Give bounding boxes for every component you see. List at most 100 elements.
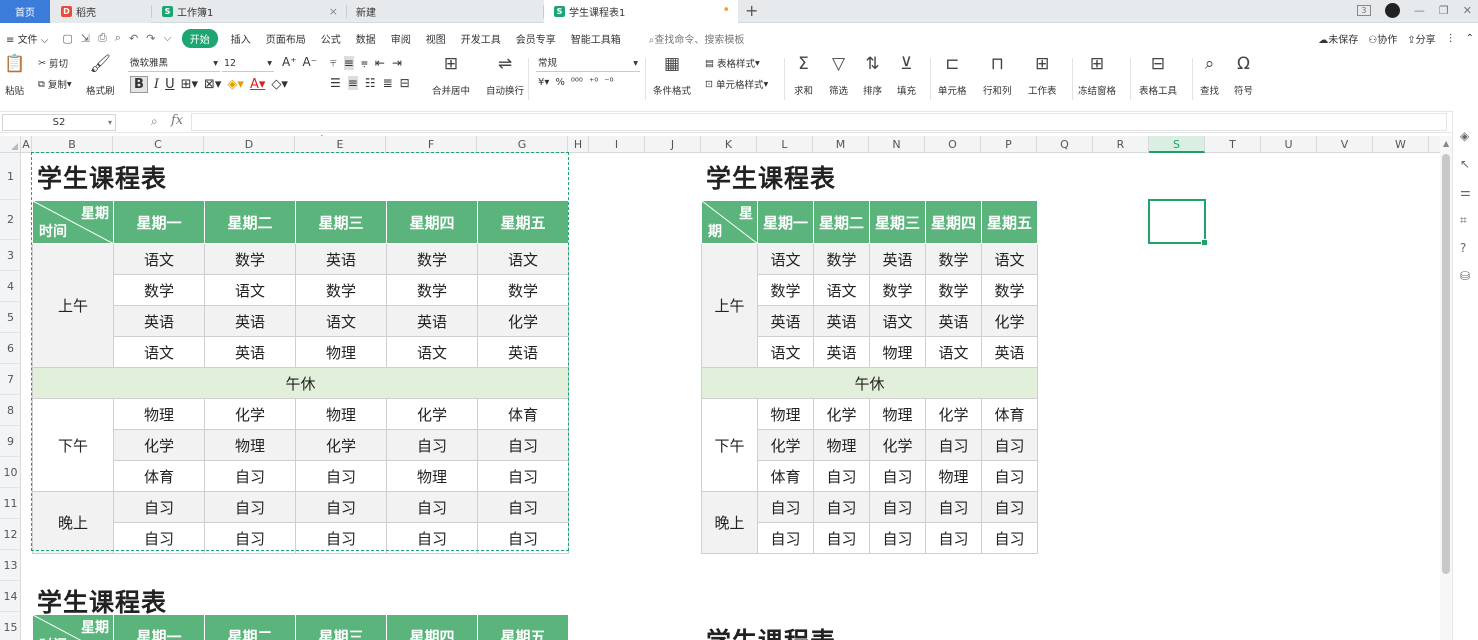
table-cell[interactable]: 化学 bbox=[981, 305, 1038, 337]
tab-active-course[interactable]: S 学生课程表1 • bbox=[544, 0, 738, 23]
table-cell[interactable]: 自习 bbox=[981, 491, 1038, 523]
share-button[interactable]: ⇪分享 bbox=[1407, 31, 1435, 46]
day-header-cell[interactable]: 星期一 bbox=[113, 614, 205, 640]
table-cell[interactable]: 化学 bbox=[925, 398, 982, 430]
table-cell[interactable]: 自习 bbox=[981, 460, 1038, 492]
paste-button[interactable]: 📋 粘贴 bbox=[4, 55, 25, 97]
column-header-K[interactable]: K bbox=[701, 136, 757, 153]
more-icon[interactable]: ⌵ bbox=[163, 31, 171, 45]
table-cell[interactable]: 自习 bbox=[981, 522, 1038, 554]
menu-formula[interactable]: 公式 bbox=[321, 31, 341, 46]
column-header-J[interactable]: J bbox=[645, 136, 701, 153]
table-cell[interactable]: 物理 bbox=[869, 398, 926, 430]
table-cell[interactable]: 数学 bbox=[925, 243, 982, 275]
formula-input[interactable] bbox=[191, 113, 1447, 131]
collapse-ribbon-icon[interactable]: ⌃ bbox=[1466, 33, 1474, 44]
menu-smart-tools[interactable]: 智能工具箱 bbox=[571, 31, 621, 46]
row-header-13[interactable]: 13 bbox=[0, 550, 21, 581]
column-header-V[interactable]: V bbox=[1317, 136, 1373, 153]
percent-icon[interactable]: % bbox=[555, 77, 565, 88]
distribute-icon[interactable]: ⊟ bbox=[400, 76, 410, 90]
increase-decimal-icon[interactable]: ⁺⁰ bbox=[589, 77, 598, 88]
find-button[interactable]: ⌕ 查找 bbox=[1200, 55, 1219, 97]
menu-data[interactable]: 数据 bbox=[356, 31, 376, 46]
noon-break-cell[interactable]: 午休 bbox=[701, 367, 1038, 399]
day-header-cell[interactable]: 星期一 bbox=[757, 200, 814, 244]
table-style-button[interactable]: ▤ 表格样式 ▾ bbox=[705, 56, 760, 71]
table-tools-button[interactable]: ⊟ 表格工具 bbox=[1139, 55, 1177, 97]
number-format-select[interactable]: 常规 ▾ bbox=[536, 55, 640, 72]
table-cell[interactable]: 物理 bbox=[869, 336, 926, 368]
copy-button[interactable]: ⧉ 复制 ▾ bbox=[38, 77, 72, 92]
zoom-icon[interactable]: ⌕ bbox=[151, 114, 158, 129]
table-cell[interactable]: 体育 bbox=[981, 398, 1038, 430]
column-header-D[interactable]: D bbox=[204, 136, 295, 153]
menu-start[interactable]: 开始 bbox=[181, 28, 218, 48]
row-header-4[interactable]: 4 bbox=[0, 271, 21, 302]
symbol-button[interactable]: Ω 符号 bbox=[1234, 55, 1253, 97]
period-afternoon-cell[interactable]: 下午 bbox=[701, 398, 758, 492]
row-header-1[interactable]: 1 bbox=[0, 153, 21, 200]
column-header-F[interactable]: F bbox=[386, 136, 477, 153]
selected-cell[interactable] bbox=[1148, 199, 1208, 246]
eraser-icon[interactable]: ◇▾ bbox=[271, 77, 288, 92]
table-cell[interactable]: 语文 bbox=[757, 243, 814, 275]
table-cell[interactable]: 化学 bbox=[813, 398, 870, 430]
vertical-scrollbar[interactable]: ▲ bbox=[1440, 136, 1452, 640]
bold-icon[interactable]: B bbox=[130, 76, 148, 93]
table-cell[interactable]: 语文 bbox=[757, 336, 814, 368]
select-pointer-icon[interactable]: ↖ bbox=[1460, 157, 1470, 171]
day-header-cell[interactable]: 星期四 bbox=[386, 614, 478, 640]
multi-window-icon[interactable]: 3 bbox=[1356, 5, 1371, 16]
table-cell[interactable]: 自习 bbox=[813, 522, 870, 554]
table-cell[interactable]: 自习 bbox=[869, 491, 926, 523]
table-cell[interactable]: 物理 bbox=[757, 398, 814, 430]
cond-format-button[interactable]: ▦ 条件格式 bbox=[653, 55, 691, 97]
table-cell[interactable]: 自习 bbox=[869, 522, 926, 554]
column-header-Q[interactable]: Q bbox=[1037, 136, 1093, 153]
thousands-icon[interactable]: ⁰⁰⁰ bbox=[571, 77, 583, 88]
fill-button[interactable]: ⊻ 填充 bbox=[897, 55, 916, 97]
table-cell[interactable]: 物理 bbox=[813, 429, 870, 461]
row-header-11[interactable]: 11 bbox=[0, 488, 21, 519]
align-bottom-icon[interactable]: ⩦ bbox=[361, 55, 368, 70]
settings-sliders-icon[interactable]: ⚌ bbox=[1460, 185, 1471, 199]
table-cell[interactable]: 语文 bbox=[813, 274, 870, 306]
table-cell[interactable]: 自习 bbox=[757, 491, 814, 523]
preview-icon[interactable]: ⌕ bbox=[115, 31, 121, 45]
tab-workbook1[interactable]: S 工作簿1 × bbox=[152, 0, 346, 23]
command-search[interactable]: ⌕查找命令、搜索模板 bbox=[649, 31, 745, 46]
table-cell[interactable]: 自习 bbox=[813, 491, 870, 523]
tab-home[interactable]: 首页 bbox=[0, 0, 50, 23]
select-all-corner[interactable] bbox=[0, 136, 21, 153]
table-cell[interactable]: 英语 bbox=[813, 336, 870, 368]
minimize-icon[interactable]: — bbox=[1414, 4, 1425, 17]
close-window-icon[interactable]: ✕ bbox=[1463, 4, 1472, 17]
currency-icon[interactable]: ¥▾ bbox=[538, 77, 549, 88]
indent-increase-icon[interactable]: ⇥ bbox=[392, 56, 402, 70]
table-cell[interactable]: 语文 bbox=[925, 336, 982, 368]
backup-icon[interactable]: ⛁ bbox=[1460, 269, 1470, 283]
table-cell[interactable]: 化学 bbox=[757, 429, 814, 461]
column-header-P[interactable]: P bbox=[981, 136, 1037, 153]
row-header-5[interactable]: 5 bbox=[0, 302, 21, 333]
menu-file[interactable]: ≡ 文件 ⌵ bbox=[6, 31, 48, 46]
day-header-cell[interactable]: 星期四 bbox=[925, 200, 982, 244]
column-header-M[interactable]: M bbox=[813, 136, 869, 153]
row-header-3[interactable]: 3 bbox=[0, 240, 21, 271]
worksheet-grid[interactable]: ABCDEFGHIJKLMNOPQRSTUVW 1 2 3 4 5 6 7 8 9 10 11 12 1… bbox=[0, 136, 1440, 640]
format-painter-button[interactable]: 🖌 格式刷 bbox=[86, 55, 115, 97]
restore-icon[interactable]: ❐ bbox=[1439, 4, 1449, 17]
auto-wrap-button[interactable]: ⇌ 自动换行 bbox=[486, 55, 524, 97]
close-icon[interactable]: × bbox=[329, 5, 338, 18]
diagonal-header-cell[interactable]: 星期 bbox=[701, 200, 758, 244]
table-cell[interactable]: 英语 bbox=[757, 305, 814, 337]
row-header-10[interactable]: 10 bbox=[0, 457, 21, 488]
column-header-B[interactable]: B bbox=[32, 136, 113, 153]
table-cell[interactable]: 自习 bbox=[981, 429, 1038, 461]
column-header-S[interactable]: S bbox=[1149, 136, 1205, 153]
decrease-decimal-icon[interactable]: ⁻⁰ bbox=[604, 77, 613, 88]
fill-color-icon[interactable]: ◈▾ bbox=[227, 77, 244, 92]
period-morning-cell[interactable]: 上午 bbox=[701, 243, 758, 368]
menu-view[interactable]: 视图 bbox=[426, 31, 446, 46]
